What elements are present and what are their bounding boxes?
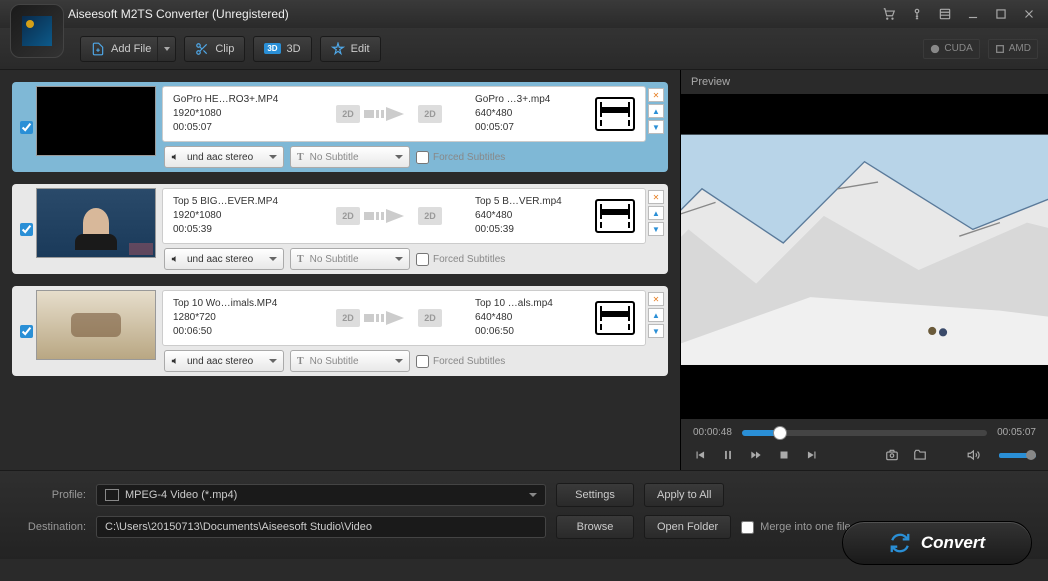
preview-panel: Preview 00:00:48 00:05:07 [680, 70, 1048, 470]
settings-button[interactable]: Settings [556, 483, 634, 507]
format-icon [595, 97, 635, 131]
subtitle-select[interactable]: TNo Subtitle [290, 248, 410, 270]
file-checkbox[interactable] [20, 325, 33, 338]
file-item[interactable]: Top 10 Wo…imals.MP41280*72000:06:50 2D 2… [12, 286, 668, 376]
cart-icon[interactable] [878, 5, 900, 23]
add-file-button[interactable]: Add File [80, 36, 176, 62]
source-info: GoPro HE…RO3+.MP41920*108000:05:07 [173, 93, 303, 135]
menu-icon[interactable] [934, 5, 956, 23]
amd-badge[interactable]: AMD [988, 39, 1038, 59]
conversion-arrow: 2D 2D [303, 207, 475, 225]
next-button[interactable] [805, 448, 819, 462]
file-list: GoPro HE…RO3+.MP41920*108000:05:07 2D 2D… [0, 70, 680, 470]
close-button[interactable] [1018, 5, 1040, 23]
output-info: Top 10 …als.mp4640*48000:06:50 [475, 297, 595, 339]
move-up-button[interactable]: ▲ [648, 206, 664, 220]
file-item[interactable]: Top 5 BIG…EVER.MP41920*108000:05:39 2D 2… [12, 184, 668, 274]
app-logo [10, 4, 64, 58]
source-info: Top 5 BIG…EVER.MP41920*108000:05:39 [173, 195, 303, 237]
move-down-button[interactable]: ▼ [648, 324, 664, 338]
move-up-button[interactable]: ▲ [648, 308, 664, 322]
toolbar: Add File Clip 3D 3D Edit CUDA AMD [0, 28, 1048, 70]
time-current: 00:00:48 [693, 427, 732, 438]
stop-button[interactable] [777, 448, 791, 462]
file-item[interactable]: GoPro HE…RO3+.MP41920*108000:05:07 2D 2D… [12, 82, 668, 172]
3d-button[interactable]: 3D 3D [253, 36, 311, 62]
merge-checkbox[interactable]: Merge into one file [741, 521, 851, 534]
browse-button[interactable]: Browse [556, 515, 634, 539]
file-thumbnail[interactable] [36, 86, 156, 156]
subtitle-select[interactable]: TNo Subtitle [290, 146, 410, 168]
format-icon [595, 199, 635, 233]
volume-slider[interactable] [999, 453, 1037, 458]
file-thumbnail[interactable] [36, 188, 156, 258]
source-info: Top 10 Wo…imals.MP41280*72000:06:50 [173, 297, 303, 339]
convert-button[interactable]: Convert [842, 521, 1032, 565]
destination-label: Destination: [16, 521, 86, 533]
format-icon [595, 301, 635, 335]
output-info: GoPro …3+.mp4640*48000:05:07 [475, 93, 595, 135]
minimize-button[interactable] [962, 5, 984, 23]
title-bar: Aiseesoft M2TS Converter (Unregistered) [0, 0, 1048, 28]
maximize-button[interactable] [990, 5, 1012, 23]
profile-label: Profile: [16, 489, 86, 501]
fast-forward-button[interactable] [749, 448, 763, 462]
cuda-badge[interactable]: CUDA [923, 39, 979, 59]
edit-icon [331, 42, 345, 56]
snapshot-button[interactable] [885, 448, 899, 462]
convert-icon [889, 532, 911, 554]
app-title: Aiseesoft M2TS Converter (Unregistered) [68, 7, 289, 21]
scissors-icon [195, 42, 209, 56]
forced-subtitles-check[interactable]: Forced Subtitles [416, 355, 505, 368]
conversion-arrow: 2D 2D [303, 309, 475, 327]
add-file-dropdown[interactable] [157, 37, 175, 61]
apply-to-all-button[interactable]: Apply to All [644, 483, 724, 507]
edit-button[interactable]: Edit [320, 36, 381, 62]
move-up-button[interactable]: ▲ [648, 104, 664, 118]
move-down-button[interactable]: ▼ [648, 222, 664, 236]
remove-item-button[interactable]: ✕ [648, 190, 664, 204]
open-folder-button[interactable]: Open Folder [644, 515, 731, 539]
profile-select[interactable]: MPEG-4 Video (*.mp4) [96, 484, 546, 506]
file-thumbnail[interactable] [36, 290, 156, 360]
move-down-button[interactable]: ▼ [648, 120, 664, 134]
time-total: 00:05:07 [997, 427, 1036, 438]
profile-format-icon [105, 489, 119, 501]
conversion-arrow: 2D 2D [303, 105, 475, 123]
output-info: Top 5 B…VER.mp4640*48000:05:39 [475, 195, 595, 237]
forced-subtitles-check[interactable]: Forced Subtitles [416, 151, 505, 164]
preview-video[interactable] [681, 94, 1048, 419]
audio-track-select[interactable]: und aac stereo [164, 350, 284, 372]
pause-button[interactable] [721, 448, 735, 462]
remove-item-button[interactable]: ✕ [648, 88, 664, 102]
audio-track-select[interactable]: und aac stereo [164, 248, 284, 270]
volume-icon[interactable] [967, 448, 981, 462]
file-checkbox[interactable] [20, 223, 33, 236]
3d-icon: 3D [264, 43, 280, 54]
audio-track-select[interactable]: und aac stereo [164, 146, 284, 168]
open-folder-button[interactable] [913, 448, 927, 462]
preview-label: Preview [681, 70, 1048, 94]
add-file-icon [91, 42, 105, 56]
remove-item-button[interactable]: ✕ [648, 292, 664, 306]
seek-slider[interactable] [742, 430, 987, 436]
forced-subtitles-check[interactable]: Forced Subtitles [416, 253, 505, 266]
destination-input[interactable]: C:\Users\20150713\Documents\Aiseesoft St… [96, 516, 546, 538]
prev-button[interactable] [693, 448, 707, 462]
file-checkbox[interactable] [20, 121, 33, 134]
key-icon[interactable] [906, 5, 928, 23]
clip-button[interactable]: Clip [184, 36, 245, 62]
subtitle-select[interactable]: TNo Subtitle [290, 350, 410, 372]
